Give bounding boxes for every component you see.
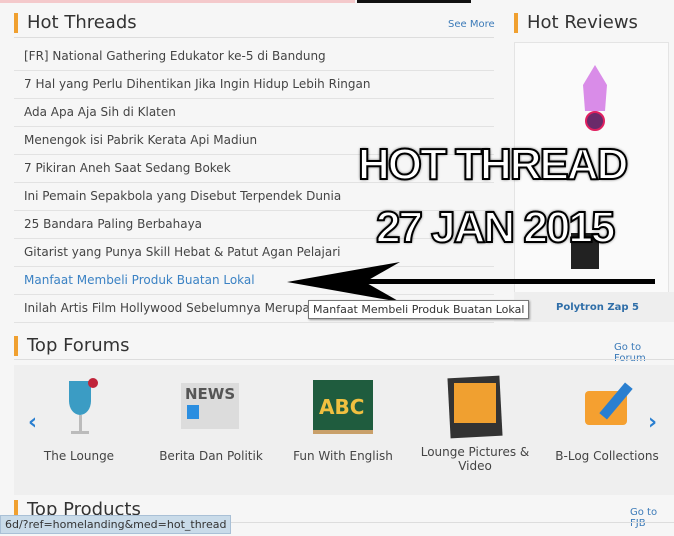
divider <box>14 359 674 360</box>
divider <box>14 37 494 38</box>
go-to-fjb-link[interactable]: Go to FJB <box>630 507 674 529</box>
thread-link[interactable]: [FR] National Gathering Edukator ke-5 di… <box>24 42 494 70</box>
overlay-title: HOT THREAD <box>357 139 629 190</box>
arrow-icon <box>287 262 655 302</box>
forum-item[interactable]: ABC Fun With English <box>288 375 398 463</box>
forum-label: Lounge Pictures & Video <box>420 445 530 473</box>
see-more-link[interactable]: See More <box>448 19 495 30</box>
thread-link[interactable]: 7 Hal yang Perlu Dihentikan Jika Ingin H… <box>24 70 494 98</box>
top-banner-dark <box>357 0 471 3</box>
row-divider <box>14 322 494 323</box>
forum-label: B-Log Collections <box>555 449 659 463</box>
forum-label: Fun With English <box>293 449 393 463</box>
status-bar-url: 6d/?ref=homelanding&med=hot_thread <box>0 515 232 534</box>
overlay-date: 27 JAN 2015 <box>375 202 616 253</box>
forum-item[interactable]: The Lounge <box>24 375 134 463</box>
wine-glass-icon <box>49 375 109 437</box>
top-banner <box>0 0 355 3</box>
forum-item[interactable]: Lounge Pictures & Video <box>420 375 530 473</box>
newspaper-icon: NEWS <box>181 375 241 437</box>
picture-frame-icon <box>445 375 505 439</box>
forum-item[interactable]: NEWS Berita Dan Politik <box>156 375 266 463</box>
product-image <box>583 65 607 131</box>
forum-label: Berita Dan Politik <box>159 449 263 463</box>
go-to-forum-link[interactable]: Go to Forum <box>614 342 674 364</box>
hot-threads-title: Hot Threads <box>14 13 137 33</box>
hot-reviews-title: Hot Reviews <box>514 13 638 33</box>
top-forums-title: Top Forums <box>14 336 130 356</box>
tooltip: Manfaat Membeli Produk Buatan Lokal <box>308 300 530 319</box>
chalkboard-icon: ABC <box>313 375 373 437</box>
forum-label: The Lounge <box>43 449 115 463</box>
forum-item[interactable]: B-Log Collections <box>552 375 662 463</box>
blog-pencil-icon <box>577 375 637 437</box>
thread-link[interactable]: Ada Apa Aja Sih di Klaten <box>24 98 494 126</box>
